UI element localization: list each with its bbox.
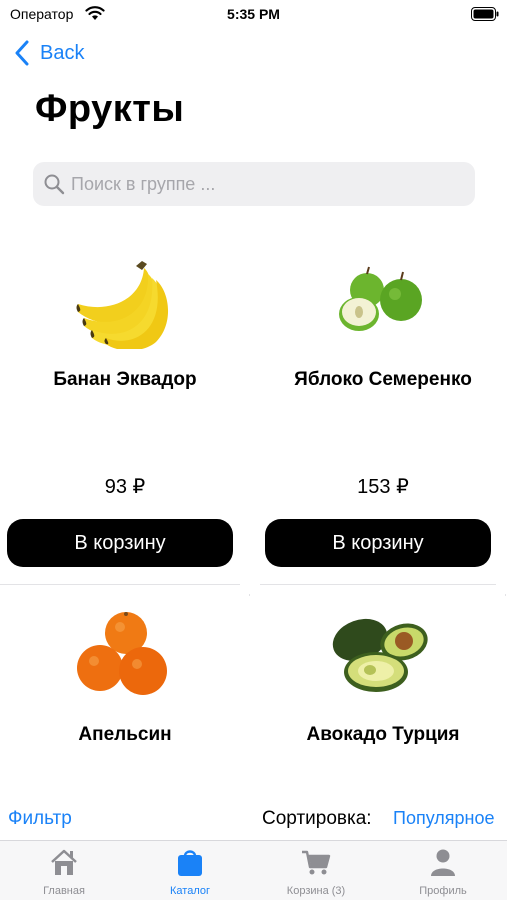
cart-icon [302, 850, 331, 875]
search-input[interactable] [71, 173, 461, 195]
product-price: 153 ₽ [357, 476, 409, 498]
search-bar[interactable] [33, 162, 475, 206]
back-button[interactable]: Back [14, 38, 84, 68]
product-price: 93 ₽ [104, 476, 146, 498]
tab-label: Каталог [170, 885, 210, 897]
bag-icon [178, 850, 202, 876]
search-icon [44, 174, 65, 195]
status-bar: Оператор 5:35 PM [0, 0, 507, 28]
add-to-cart-button[interactable]: В корзину [7, 519, 233, 567]
product-card[interactable]: Авокадо Турция [258, 596, 507, 788]
tab-bar: Главная Каталог Корзина (3) Профиль [0, 840, 507, 900]
product-card[interactable]: Апельсин [0, 596, 250, 788]
tab-label: Профиль [419, 885, 467, 897]
tab-profile[interactable]: Профиль [380, 841, 506, 900]
person-icon [431, 849, 455, 876]
tab-label: Корзина (3) [286, 885, 346, 897]
tab-catalog[interactable]: Каталог [127, 841, 253, 900]
product-card[interactable]: Яблоко Семеренко 153 ₽ В корзину [258, 234, 507, 584]
add-to-cart-button[interactable]: В корзину [265, 519, 491, 567]
row-divider [260, 584, 496, 585]
chevron-left-icon [15, 40, 29, 66]
house-icon [51, 849, 77, 875]
tab-cart[interactable]: Корзина (3) [253, 841, 379, 900]
product-name[interactable]: Банан Эквадор [0, 369, 250, 391]
avocado-image [332, 618, 428, 692]
product-card[interactable]: Банан Эквадор 93 ₽ В корзину [0, 234, 250, 584]
tab-home[interactable]: Главная [1, 841, 127, 900]
oranges-image [77, 612, 167, 695]
bananas-image [76, 260, 169, 349]
tab-label: Главная [43, 885, 85, 897]
filter-button[interactable]: Фильтр [8, 808, 72, 830]
sort-label: Сортировка: [262, 808, 372, 829]
green-apples-image [339, 266, 422, 331]
battery-icon [471, 7, 499, 21]
product-image[interactable] [258, 246, 507, 356]
back-label: Back [40, 41, 85, 64]
product-image[interactable] [0, 246, 250, 356]
status-time: 5:35 PM [227, 6, 280, 22]
product-image[interactable] [0, 606, 250, 706]
product-name[interactable]: Яблоко Семеренко [258, 369, 507, 391]
product-image[interactable] [258, 606, 507, 706]
row-divider [0, 584, 240, 585]
product-name[interactable]: Апельсин [0, 724, 250, 746]
product-name[interactable]: Авокадо Турция [258, 724, 507, 746]
product-grid[interactable]: Банан Эквадор 93 ₽ В корзину Яблоко Семе… [0, 234, 507, 794]
page-title: Фрукты [35, 88, 185, 130]
sort-selector[interactable]: Популярное [393, 808, 495, 829]
